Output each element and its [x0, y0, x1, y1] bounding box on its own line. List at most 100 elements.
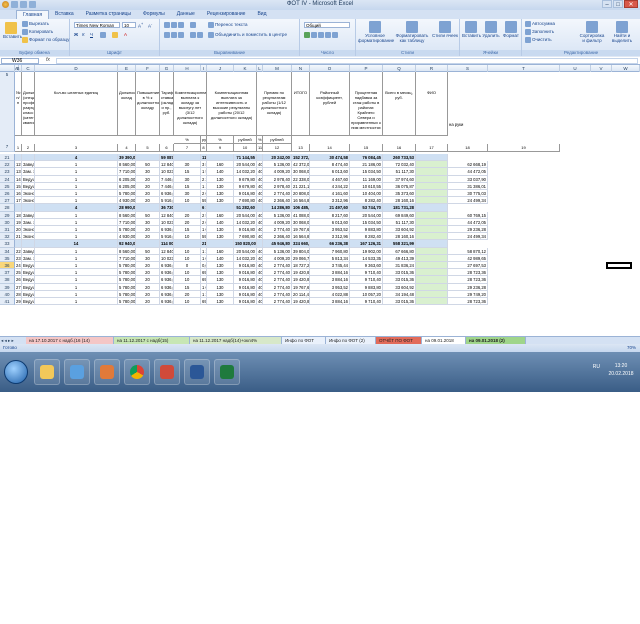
table-cell[interactable]: 4 161,60 [310, 190, 350, 198]
table-cell[interactable]: Заведующий отделом [22, 247, 35, 255]
column-header[interactable]: U [560, 65, 591, 72]
cell-styles-button[interactable]: Стили ячеек [432, 21, 458, 38]
table-cell[interactable]: 4 244,22 [310, 182, 350, 190]
row-header[interactable]: 5 [0, 72, 15, 152]
table-cell[interactable]: 7 960,80 [310, 247, 350, 255]
table-cell[interactable]: 25 [15, 269, 22, 277]
table-cell[interactable]: 4 009,20 [263, 254, 292, 262]
table-cell[interactable]: Заведующий отделом [22, 211, 35, 219]
table-cell[interactable]: 15 [15, 182, 22, 190]
table-cell[interactable]: 8 560,00 [118, 161, 136, 169]
table-cell[interactable]: 14 032,20 [234, 168, 257, 176]
summary-cell[interactable] [22, 204, 35, 212]
table-cell[interactable]: 9 883,80 [350, 283, 383, 291]
table-cell[interactable]: 17 [15, 197, 22, 205]
table-cell[interactable]: Заведующий отделом [22, 161, 35, 169]
table-cell[interactable]: Экономист 2 категории [22, 190, 35, 198]
fio-cell[interactable] [416, 290, 448, 298]
table-cell[interactable]: 6 013,60 [310, 218, 350, 226]
table-cell[interactable]: 5 916,00 [160, 197, 174, 205]
table-cell[interactable]: 6 936,00 [160, 290, 174, 298]
table-cell[interactable]: 37 974,60 [383, 175, 416, 183]
merge-center-button[interactable]: Объединить и поместить в центре [208, 32, 287, 38]
row-header[interactable]: 37 [0, 269, 15, 277]
table-cell[interactable]: 1 [35, 190, 118, 198]
table-cell[interactable]: 10 404,00 [350, 190, 383, 198]
table-cell[interactable]: 160 [207, 161, 234, 169]
table-cell[interactable]: 22 [15, 247, 22, 255]
fio-cell[interactable] [416, 182, 448, 190]
table-cell[interactable]: 50 [136, 247, 160, 255]
table-cell[interactable]: 15 034,50 [350, 218, 383, 226]
table-cell[interactable]: 2 978,40 [263, 182, 292, 190]
table-cell[interactable]: 9 710,40 [350, 269, 383, 277]
table-cell[interactable]: 2 774,40 [263, 269, 292, 277]
format-cells-button[interactable]: Формат [502, 21, 520, 38]
table-cell[interactable]: 24 499,34 [448, 197, 488, 205]
align-top-button[interactable] [164, 22, 185, 28]
table-cell[interactable]: 1 [35, 276, 118, 284]
row-header[interactable]: 23 [0, 168, 15, 176]
taskbar-app3[interactable] [94, 359, 120, 385]
taskbar-chrome[interactable] [124, 359, 150, 385]
table-cell[interactable]: 2 774,40 [263, 290, 292, 298]
table-cell[interactable]: Ведущий экономист [22, 175, 35, 183]
summary-cell[interactable]: 4 [35, 204, 118, 212]
table-cell[interactable]: 3 953,52 [310, 283, 350, 291]
table-cell[interactable]: 130 [207, 290, 234, 298]
table-cell[interactable]: 7 446,00 [160, 182, 174, 190]
summary-cell[interactable] [22, 154, 35, 162]
table-cell[interactable]: 20 [174, 290, 201, 298]
number-format-buttons[interactable] [304, 32, 339, 38]
table-cell[interactable]: 20 114,40 [292, 290, 310, 298]
table-cell[interactable]: 28 723,36 [448, 269, 488, 277]
table-cell[interactable]: Ведущий эксперт [22, 276, 35, 284]
fio-cell[interactable] [416, 218, 448, 226]
table-cell[interactable]: 28 160,16 [383, 197, 416, 205]
table-cell[interactable]: 20 [136, 276, 160, 284]
table-cell[interactable]: 35 373,60 [383, 190, 416, 198]
row-header[interactable]: 32 [0, 233, 15, 241]
font-name-select[interactable]: Times New Roman [74, 22, 120, 28]
summary-cell[interactable] [207, 204, 234, 212]
summary-cell[interactable]: 150 820,00 [234, 240, 257, 248]
table-cell[interactable]: 5 780,00 [118, 298, 136, 306]
row-header[interactable]: 26 [0, 190, 15, 198]
fio-cell[interactable] [416, 269, 448, 277]
taskbar-excel[interactable] [214, 359, 240, 385]
table-cell[interactable]: 20 [136, 197, 160, 205]
active-cell[interactable] [606, 262, 632, 270]
table-cell[interactable]: 4 022,88 [310, 290, 350, 298]
table-cell[interactable]: 130 [207, 233, 234, 241]
column-header[interactable]: H [174, 65, 201, 72]
row-header[interactable]: 28 [0, 204, 15, 212]
table-cell[interactable]: 27 [15, 283, 22, 291]
table-cell[interactable]: Зам. зав.отделом [22, 254, 35, 262]
table-cell[interactable]: 19 420,80 [292, 269, 310, 277]
table-cell[interactable]: 18 [15, 211, 22, 219]
tab-formulas[interactable]: Формулы [137, 10, 171, 19]
table-cell[interactable]: 8 560,00 [118, 211, 136, 219]
wrap-text-button[interactable]: Перенос текста [208, 22, 248, 28]
table-cell[interactable]: 28 723,36 [448, 276, 488, 284]
table-cell[interactable]: 7 710,00 [118, 218, 136, 226]
table-cell[interactable]: 33 015,36 [383, 276, 416, 284]
fill-button[interactable]: Заполнить [525, 29, 554, 35]
table-cell[interactable]: 5 780,00 [118, 262, 136, 270]
table-cell[interactable]: 7 710,00 [118, 168, 136, 176]
column-header[interactable]: B [15, 65, 22, 72]
table-cell[interactable]: 20 [174, 211, 201, 219]
table-cell[interactable]: 9 016,80 [234, 262, 257, 270]
row-header[interactable]: 30 [0, 218, 15, 226]
fio-cell[interactable] [416, 211, 448, 219]
table-cell[interactable]: 2 978,40 [263, 175, 292, 183]
table-cell[interactable]: 4 930,00 [118, 197, 136, 205]
table-cell[interactable]: 4 467,60 [310, 175, 350, 183]
table-cell[interactable]: 44 472,05 [448, 168, 488, 176]
paste-button[interactable]: Вставить [3, 22, 22, 39]
tab-page-layout[interactable]: Разметка страницы [80, 10, 137, 19]
table-cell[interactable]: 19 420,80 [292, 298, 310, 306]
table-cell[interactable]: 2 774,40 [263, 226, 292, 234]
row-header[interactable]: 25 [0, 182, 15, 190]
summary-cell[interactable]: 39 390,00 [118, 154, 136, 162]
